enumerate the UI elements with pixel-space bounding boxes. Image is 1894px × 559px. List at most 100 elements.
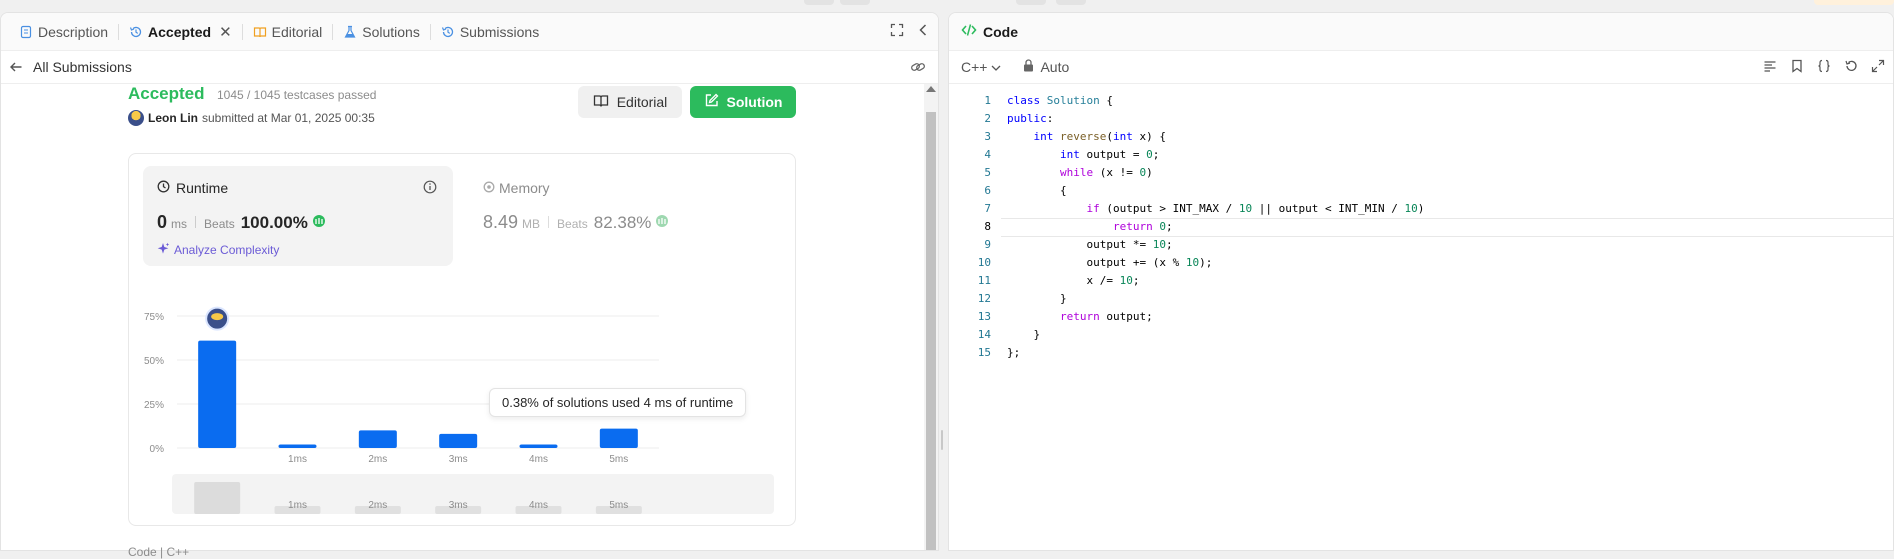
analyze-complexity-label: Analyze Complexity bbox=[174, 243, 280, 257]
book-icon bbox=[253, 25, 267, 39]
tab-solutions-label: Solutions bbox=[362, 23, 420, 40]
code-line[interactable]: 1 class Solution { bbox=[949, 92, 1893, 110]
code-line[interactable]: 9 output *= 10; bbox=[949, 236, 1893, 254]
chart-bar[interactable] bbox=[519, 444, 558, 448]
code-editor[interactable]: 1 class Solution {2 public: 3 int reverse(i… bbox=[949, 92, 1893, 362]
code-toolbar: C++ Auto bbox=[949, 51, 1893, 84]
analyze-complexity-link[interactable]: Analyze Complexity bbox=[157, 242, 279, 258]
code-text: while (x != 0) bbox=[1059, 166, 1153, 179]
x-tick-label: 2ms bbox=[368, 454, 387, 465]
tab-accepted[interactable]: Accepted ✕ bbox=[119, 13, 242, 51]
top-strip-pill bbox=[1056, 0, 1086, 5]
chevron-down-icon bbox=[991, 59, 1001, 75]
code-text: output *= 10; bbox=[1086, 238, 1173, 251]
minimap-bar-selected bbox=[194, 482, 241, 514]
auto-mode[interactable]: Auto bbox=[1023, 59, 1069, 75]
collapse-left-icon[interactable] bbox=[918, 23, 928, 42]
tab-editorial[interactable]: Editorial bbox=[243, 13, 333, 51]
scroll-up-arrow-icon[interactable] bbox=[926, 86, 936, 92]
runtime-distribution-chart[interactable]: 0% 25% 50% 75% 1ms 2ms 3ms 4ms 5ms bbox=[129, 274, 795, 474]
vertical-scrollbar[interactable] bbox=[924, 84, 938, 550]
code-panel: Code C++ Auto 1 class Solution {2 publi… bbox=[948, 12, 1894, 551]
y-tick-label: 0% bbox=[150, 444, 165, 455]
minimap-label: 1ms bbox=[288, 500, 307, 511]
code-text: } bbox=[1033, 328, 1041, 341]
link-icon[interactable] bbox=[910, 59, 926, 78]
all-submissions-link[interactable]: All Submissions bbox=[33, 59, 132, 75]
sparkle-icon bbox=[157, 242, 170, 258]
code-line[interactable]: 6 { bbox=[949, 182, 1893, 200]
bookmark-icon[interactable] bbox=[1790, 59, 1804, 78]
edit-icon bbox=[704, 93, 719, 111]
memory-title[interactable]: Memory bbox=[483, 180, 550, 196]
tab-editorial-label: Editorial bbox=[271, 23, 323, 40]
username[interactable]: Leon Lin bbox=[148, 111, 198, 125]
editorial-button[interactable]: Editorial bbox=[578, 86, 682, 118]
top-strip-pill bbox=[1016, 0, 1046, 5]
line-number: 4 bbox=[984, 148, 991, 161]
line-number: 7 bbox=[984, 202, 991, 215]
runtime-value: 0 ms Beats 100.00% bbox=[157, 212, 326, 233]
close-icon[interactable]: ✕ bbox=[219, 23, 232, 41]
info-icon[interactable] bbox=[423, 180, 437, 199]
top-strip-pill bbox=[840, 0, 870, 5]
code-line[interactable]: 7 if (output > INT_MAX / 10 || output < … bbox=[949, 200, 1893, 218]
code-line[interactable]: 2 public: bbox=[949, 110, 1893, 128]
chart-bar[interactable] bbox=[358, 430, 397, 448]
top-strip-pill bbox=[1814, 0, 1894, 5]
minimap-label: 2ms bbox=[368, 500, 387, 511]
format-icon[interactable] bbox=[1763, 59, 1777, 78]
line-number: 8 bbox=[984, 220, 991, 233]
expand-icon[interactable] bbox=[1871, 59, 1885, 78]
code-line[interactable]: 12 } bbox=[949, 290, 1893, 308]
chart-bar[interactable] bbox=[278, 444, 317, 448]
y-tick-label: 25% bbox=[144, 400, 164, 411]
code-line[interactable]: 13 return output; bbox=[949, 308, 1893, 326]
line-number: 5 bbox=[984, 166, 991, 179]
top-strip-pill bbox=[804, 0, 834, 5]
code-line[interactable]: 15}; bbox=[949, 344, 1893, 362]
braces-icon[interactable] bbox=[1817, 59, 1831, 78]
code-text: return 0; bbox=[1112, 220, 1173, 233]
divider bbox=[548, 216, 550, 228]
tab-submissions[interactable]: Submissions bbox=[431, 13, 549, 51]
code-line[interactable]: 8 return 0; bbox=[949, 218, 1893, 237]
code-line[interactable]: 5 while (x != 0) bbox=[949, 164, 1893, 182]
memory-value: 8.49 MB Beats 82.38% bbox=[483, 212, 669, 233]
beats-badge-icon bbox=[655, 214, 669, 231]
solution-button[interactable]: Solution bbox=[690, 86, 796, 118]
runtime-number: 0 bbox=[157, 212, 168, 232]
back-arrow-icon[interactable] bbox=[9, 60, 23, 74]
code-line[interactable]: 10 output += (x % 10); bbox=[949, 254, 1893, 272]
tab-solutions[interactable]: Solutions bbox=[333, 13, 430, 51]
x-tick-label: 4ms bbox=[529, 454, 548, 465]
memory-number: 8.49 bbox=[483, 212, 519, 232]
panel-resize-handle[interactable] bbox=[941, 430, 943, 450]
reset-icon[interactable] bbox=[1844, 59, 1858, 78]
chart-bar[interactable] bbox=[599, 428, 638, 448]
maximize-icon[interactable] bbox=[890, 23, 904, 42]
chart-range-slider[interactable]: 1ms 2ms 3ms 4ms 5ms bbox=[172, 474, 774, 514]
code-line[interactable]: 3 int reverse(int x) { bbox=[949, 128, 1893, 146]
avatar-face-mark bbox=[211, 313, 224, 321]
chart-bar[interactable] bbox=[439, 433, 478, 448]
code-line[interactable]: 11 x /= 10; bbox=[949, 272, 1893, 290]
runtime-box[interactable]: Runtime 0 ms Beats 100.00% Analyze Compl… bbox=[143, 166, 453, 266]
runtime-beats-label: Beats bbox=[204, 217, 235, 231]
code-panel-header: Code bbox=[949, 13, 1893, 51]
top-strip bbox=[0, 0, 1894, 12]
memory-beats-value: 82.38% bbox=[593, 213, 652, 232]
code-line[interactable]: 14 } bbox=[949, 326, 1893, 344]
chart-bar[interactable] bbox=[198, 340, 237, 448]
minimap-label: 5ms bbox=[609, 500, 628, 511]
auto-mode-label: Auto bbox=[1040, 59, 1070, 75]
tab-description-label: Description bbox=[38, 23, 109, 40]
scrollbar-thumb[interactable] bbox=[926, 112, 936, 550]
clock-icon bbox=[157, 180, 170, 196]
history-icon bbox=[129, 25, 143, 39]
avatar[interactable] bbox=[128, 110, 144, 126]
language-select[interactable]: C++ bbox=[961, 59, 1001, 75]
tab-submissions-label: Submissions bbox=[459, 23, 540, 40]
tab-description[interactable]: Description bbox=[9, 13, 118, 51]
code-line[interactable]: 4 int output = 0; bbox=[949, 146, 1893, 164]
